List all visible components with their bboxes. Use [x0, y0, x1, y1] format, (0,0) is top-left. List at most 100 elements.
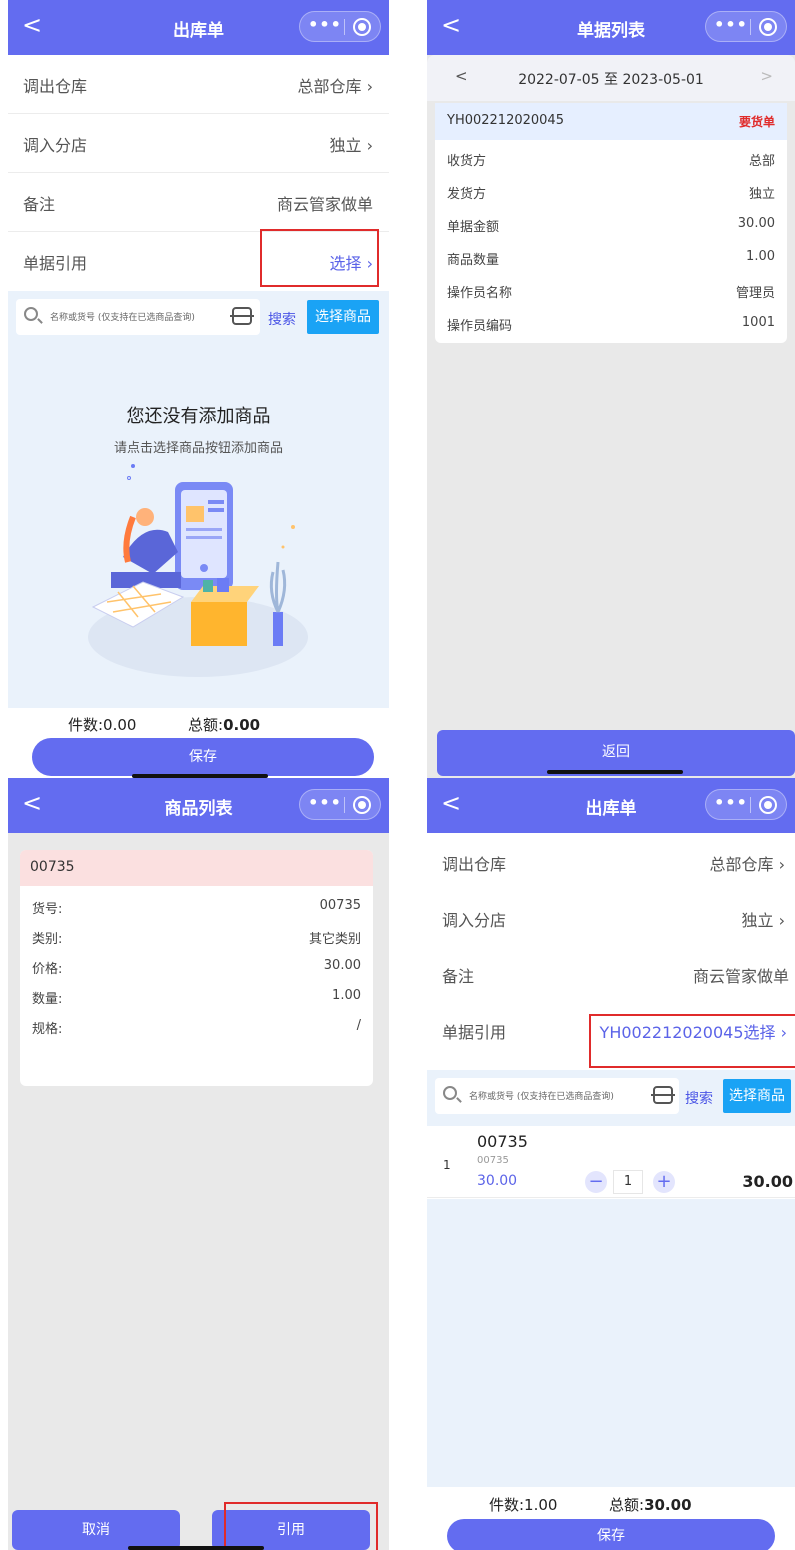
doc-field: 操作员编码 1001 — [435, 307, 787, 340]
doc-number: YH002212020045 — [447, 113, 564, 128]
doc-list-screen: < 单据列表 ••• < 2022-07-05 至 2023-05-01 > Y… — [427, 0, 795, 778]
row-label: 调出仓库 — [23, 77, 88, 96]
goods-card-header: 00735 — [20, 850, 373, 886]
select-goods-button[interactable]: 选择商品 — [723, 1079, 791, 1113]
field-value: 00735 — [319, 898, 361, 913]
scan-icon[interactable] — [230, 307, 254, 325]
field-label: 操作员编码 — [447, 319, 513, 334]
next-range-icon[interactable]: > — [760, 67, 773, 85]
goods-field: 价格: 30.00 — [20, 950, 373, 983]
search-placeholder: 名称或货号 (仅支持在已选商品查询) — [50, 313, 195, 323]
goods-line[interactable]: 1 00735 00735 30.00 − 1 + 30.00 — [427, 1126, 795, 1198]
doc-field: 操作员名称 管理员 — [435, 274, 787, 307]
total-amount: 总额:30.00 — [609, 1494, 692, 1515]
field-label: 操作员名称 — [447, 286, 513, 301]
capsule-divider — [344, 19, 345, 35]
quantity-input[interactable]: 1 — [613, 1170, 643, 1194]
save-button[interactable]: 保存 — [447, 1519, 775, 1550]
goods-list-screen: < 商品列表 ••• 00735 货号: 00735 类别: 其它类别 价格: 30.… — [8, 778, 389, 1550]
line-index: 1 — [443, 1158, 451, 1172]
select-goods-button[interactable]: 选择商品 — [307, 300, 379, 334]
field-label: 收货方 — [447, 154, 487, 169]
goods-list-area — [427, 1199, 795, 1487]
field-value: 1.00 — [746, 249, 775, 264]
row-in-store[interactable]: 调入分店 独立 › — [8, 114, 389, 173]
close-target-icon[interactable] — [353, 18, 371, 36]
more-icon[interactable]: ••• — [714, 15, 748, 34]
search-button[interactable]: 搜索 — [685, 1088, 713, 1108]
row-value: 商云管家做单 — [276, 195, 373, 214]
close-target-icon[interactable] — [759, 796, 777, 814]
capsule-divider — [344, 797, 345, 813]
field-value: 30.00 — [737, 216, 775, 231]
doc-card[interactable]: YH002212020045 要货单 收货方 总部 发货方 独立 单据金额 30.00… — [435, 103, 787, 343]
goods-field: 货号: 00735 — [20, 890, 373, 923]
field-value: 独立 — [748, 187, 775, 202]
row-label: 单据引用 — [23, 254, 88, 273]
more-icon[interactable]: ••• — [308, 15, 342, 34]
search-bar: 名称或货号 (仅支持在已选商品查询) 搜索 选择商品 — [427, 1070, 795, 1126]
mini-program-capsule: ••• — [299, 11, 381, 42]
field-label: 价格: — [32, 962, 63, 977]
more-icon[interactable]: ••• — [714, 793, 748, 812]
doc-field: 发货方 独立 — [435, 175, 787, 208]
plus-icon[interactable]: + — [653, 1171, 675, 1193]
total-value: 30.00 — [644, 1496, 692, 1514]
search-input[interactable]: 名称或货号 (仅支持在已选商品查询) — [435, 1078, 679, 1114]
row-label: 调入分店 — [442, 911, 507, 930]
nav-bar: < 单据列表 ••• — [427, 0, 795, 55]
item-count: 件数:1.00 — [489, 1496, 558, 1514]
home-indicator — [547, 770, 683, 774]
empty-illustration — [88, 464, 308, 677]
row-in-store[interactable]: 调入分店 独立 › — [427, 889, 795, 948]
nav-bar: < 出库单 ••• — [8, 0, 389, 55]
outbound-order-filled-screen: < 出库单 ••• 调出仓库 总部仓库 › 调入分店 独立 › 备注 商云管家做… — [427, 778, 795, 1550]
goods-card[interactable]: 00735 货号: 00735 类别: 其它类别 价格: 30.00 数量: 1.00 … — [20, 850, 373, 1086]
field-label: 类别: — [32, 932, 63, 947]
row-value: 商云管家做单 — [692, 967, 789, 986]
row-label: 备注 — [23, 195, 56, 214]
line-goods-code: 00735 — [477, 1155, 509, 1166]
doc-field: 收货方 总部 — [435, 142, 787, 175]
field-value: 1001 — [741, 315, 775, 330]
capsule-divider — [750, 19, 751, 35]
close-target-icon[interactable] — [759, 18, 777, 36]
cancel-button[interactable]: 取消 — [12, 1510, 180, 1550]
field-label: 数量: — [32, 992, 63, 1007]
doc-card-header: YH002212020045 要货单 — [435, 103, 787, 140]
row-remark[interactable]: 备注 商云管家做单 — [427, 945, 795, 1004]
search-button[interactable]: 搜索 — [268, 309, 296, 329]
field-value: 管理员 — [735, 286, 775, 301]
capsule-divider — [750, 797, 751, 813]
highlight-box — [589, 1014, 795, 1068]
field-label: 发货方 — [447, 187, 487, 202]
doc-field: 单据金额 30.00 — [435, 208, 787, 241]
nav-bar: < 出库单 ••• — [427, 778, 795, 833]
save-button[interactable]: 保存 — [32, 738, 374, 776]
bottom-bar: 件数:1.00 总额:30.00 保存 — [427, 1487, 795, 1550]
field-label: 单据金额 — [447, 220, 500, 235]
date-range-text[interactable]: 2022-07-05 至 2023-05-01 — [427, 69, 795, 89]
search-input[interactable]: 名称或货号 (仅支持在已选商品查询) — [16, 299, 260, 335]
minus-icon[interactable]: − — [585, 1171, 607, 1193]
row-out-warehouse[interactable]: 调出仓库 总部仓库 › — [8, 55, 389, 114]
bottom-bar: 件数:0.00 总额:0.00 保存 — [8, 708, 389, 778]
row-value: 总部仓库 › — [297, 77, 374, 96]
highlight-box — [260, 229, 379, 287]
row-out-warehouse[interactable]: 调出仓库 总部仓库 › — [427, 833, 795, 892]
close-target-icon[interactable] — [353, 796, 371, 814]
empty-title: 您还没有添加商品 — [126, 406, 271, 427]
row-remark[interactable]: 备注 商云管家做单 — [8, 173, 389, 232]
row-value: 独立 › — [741, 911, 786, 930]
line-price[interactable]: 30.00 — [477, 1173, 517, 1189]
empty-state: 您还没有添加商品 请点击选择商品按钮添加商品 — [8, 347, 389, 708]
item-count: 件数:0.00 — [68, 716, 137, 734]
total-amount: 总额:0.00 — [188, 714, 260, 735]
total-label: 总额: — [188, 716, 224, 734]
mini-program-capsule: ••• — [299, 789, 381, 820]
scan-icon[interactable] — [651, 1086, 675, 1104]
total-value: 0.00 — [223, 716, 261, 734]
field-value: 1.00 — [332, 988, 361, 1003]
goods-field: 规格: / — [20, 1010, 373, 1043]
more-icon[interactable]: ••• — [308, 793, 342, 812]
